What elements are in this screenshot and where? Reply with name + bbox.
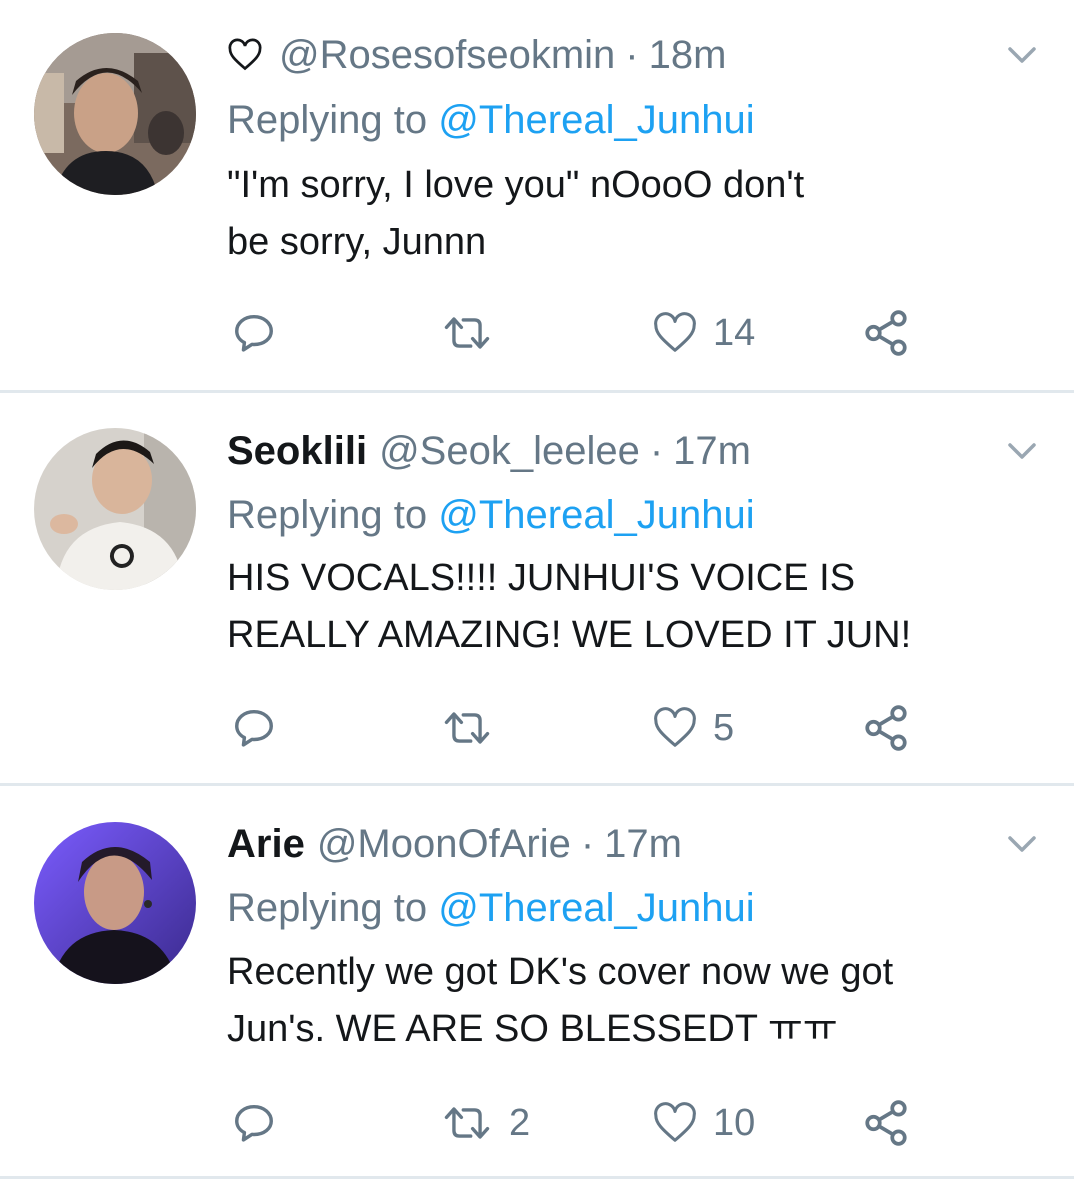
retweet-icon (444, 712, 490, 744)
user-handle[interactable]: @Rosesofseokmin (279, 33, 615, 78)
share-button[interactable] (861, 305, 911, 361)
reply-button[interactable] (231, 700, 277, 756)
share-button[interactable] (861, 700, 911, 756)
retweet-button[interactable] (439, 700, 509, 756)
reply-button[interactable] (231, 305, 277, 361)
reply-icon (235, 709, 273, 747)
like-icon (654, 1102, 696, 1142)
tweet-text-line: Recently we got DK's cover now we got (227, 951, 894, 993)
like-count: 14 (713, 311, 756, 354)
mention-link[interactable]: @Thereal_Junhui (438, 493, 754, 537)
share-icon (865, 1100, 907, 1146)
chevron-down-icon[interactable] (1004, 439, 1040, 463)
tweet-header: @Rosesofseokmin · 18m (227, 27, 726, 83)
like-icon (654, 707, 696, 747)
tweet-text: HIS VOCALS!!!! JUNHUI'S VOICE IS REALLY … (227, 550, 1027, 664)
like-icon (654, 312, 696, 352)
mention-link[interactable]: @Thereal_Junhui (438, 886, 754, 930)
timestamp[interactable]: 18m (649, 33, 727, 78)
tweet-text-line: be sorry, Junnn (227, 221, 487, 263)
avatar[interactable] (34, 33, 196, 195)
share-icon (865, 310, 907, 356)
tweet-text: "I'm sorry, I love you" nOooO don't be s… (227, 157, 1027, 271)
like-count: 10 (713, 1101, 756, 1144)
tweet-text-line: Jun's. WE ARE SO BLESSEDT ㅠㅠ (227, 1008, 838, 1050)
tweet-text-line: HIS VOCALS!!!! JUNHUI'S VOICE IS (227, 557, 856, 599)
user-handle[interactable]: @MoonOfArie (317, 822, 571, 867)
tweet[interactable]: Seoklili @Seok_leelee · 17m Replying to … (0, 393, 1074, 786)
avatar[interactable] (34, 822, 196, 984)
like-button[interactable]: 14 (651, 305, 755, 361)
tweet[interactable]: Arie @MoonOfArie · 17m Replying to @Ther… (0, 786, 1074, 1179)
replying-prefix: Replying to (227, 493, 428, 537)
replying-prefix: Replying to (227, 886, 428, 930)
separator-dot: · (580, 821, 595, 866)
avatar[interactable] (34, 428, 196, 590)
like-button[interactable]: 5 (651, 700, 734, 756)
like-count: 5 (713, 706, 735, 749)
chevron-down-icon[interactable] (1004, 832, 1040, 856)
action-bar: 14 (227, 305, 927, 361)
retweet-icon (444, 317, 490, 349)
like-button[interactable]: 10 (651, 1095, 755, 1151)
replying-to: Replying to @Thereal_Junhui (227, 493, 755, 538)
tweet-text-line: "I'm sorry, I love you" nOooO don't (227, 164, 805, 206)
reply-button[interactable] (231, 1095, 277, 1151)
tweet[interactable]: @Rosesofseokmin · 18m Replying to @There… (0, 0, 1074, 393)
retweet-count: 2 (509, 1101, 531, 1144)
replying-to: Replying to @Thereal_Junhui (227, 98, 755, 143)
separator-dot: · (649, 428, 664, 473)
chevron-down-icon[interactable] (1004, 43, 1040, 67)
tweet-header: Seoklili @Seok_leelee · 17m (227, 423, 751, 479)
divider (0, 1176, 1074, 1179)
display-name[interactable]: Arie (227, 822, 305, 867)
replying-prefix: Replying to (227, 98, 428, 142)
action-bar: 2 10 (227, 1095, 927, 1151)
separator-dot: · (625, 32, 639, 77)
share-icon (865, 705, 907, 751)
tweet-text: Recently we got DK's cover now we got Ju… (227, 944, 1027, 1058)
reply-icon (235, 1104, 273, 1142)
retweet-button[interactable]: 2 (439, 1095, 530, 1151)
replying-to: Replying to @Thereal_Junhui (227, 886, 755, 931)
heart-outline-icon (228, 38, 262, 71)
retweet-button[interactable] (439, 305, 509, 361)
reply-icon (235, 314, 273, 352)
timestamp[interactable]: 17m (673, 429, 751, 474)
mention-link[interactable]: @Thereal_Junhui (438, 98, 754, 142)
display-name[interactable]: Seoklili (227, 429, 367, 474)
tweet-text-line: REALLY AMAZING! WE LOVED IT JUN! (227, 614, 912, 656)
timestamp[interactable]: 17m (604, 822, 682, 867)
user-handle[interactable]: @Seok_leelee (379, 429, 640, 474)
retweet-icon (444, 1107, 490, 1139)
action-bar: 5 (227, 700, 927, 756)
share-button[interactable] (861, 1095, 911, 1151)
tweet-header: Arie @MoonOfArie · 17m (227, 816, 682, 872)
